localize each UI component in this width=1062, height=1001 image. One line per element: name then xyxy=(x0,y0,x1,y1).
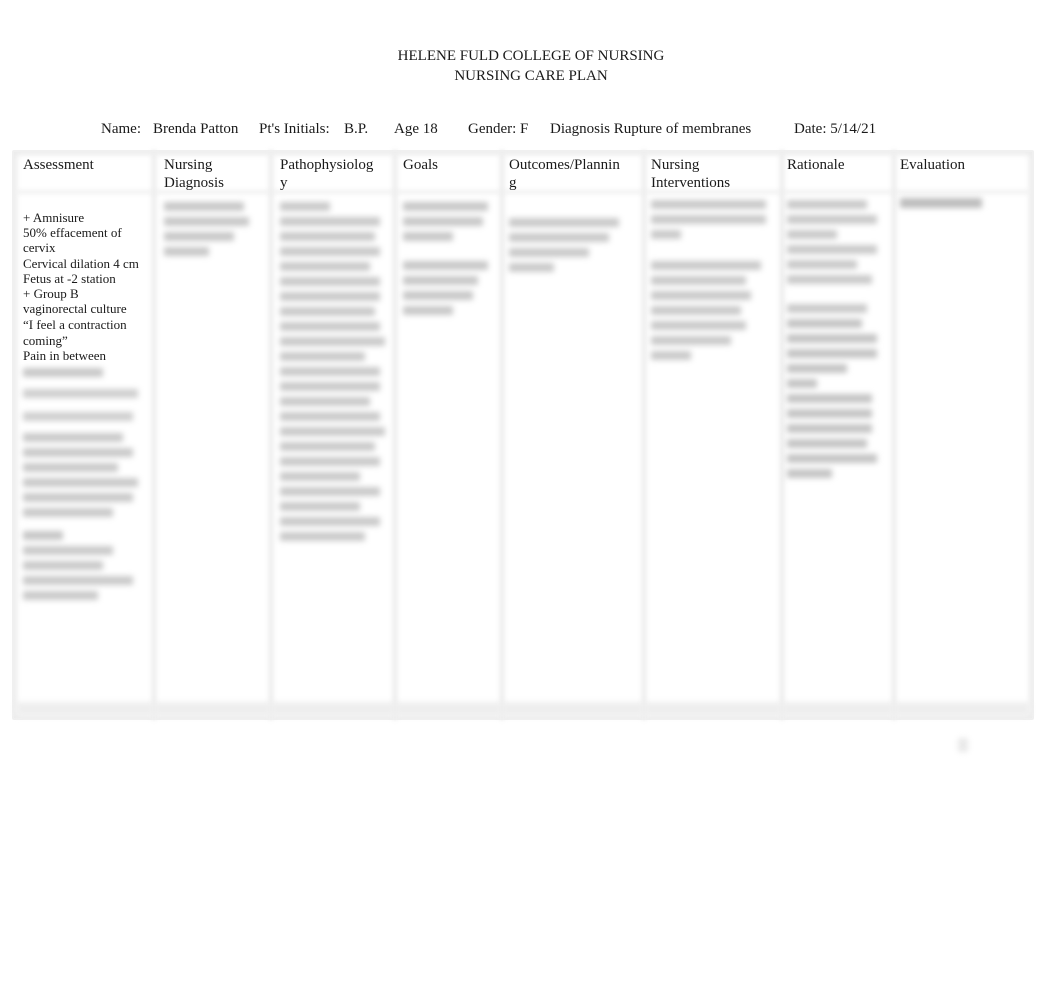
header-label: Goals xyxy=(403,157,438,173)
column-header-assessment: Assessment xyxy=(23,156,94,174)
care-plan-date: Date: 5/14/21 xyxy=(794,121,877,137)
header-label: Rationale xyxy=(787,157,845,173)
name-label: Name: xyxy=(101,121,141,137)
column-divider xyxy=(268,150,274,720)
assessment-line: 50% effacement of xyxy=(23,225,122,241)
patient-gender: Gender: F xyxy=(468,121,529,137)
assessment-line: coming” xyxy=(23,333,68,349)
column-divider xyxy=(779,150,785,720)
column-header-goals: Goals xyxy=(403,156,438,174)
column-divider xyxy=(499,150,505,720)
header-label: Assessment xyxy=(23,157,94,173)
assessment-line: “I feel a contraction xyxy=(23,317,127,333)
header-label: Pathophysiolog xyxy=(280,157,374,173)
column-header-nursing-diagnosis: Nursing Diagnosis xyxy=(164,156,224,192)
header-label: Interventions xyxy=(651,175,731,191)
column-header-rationale: Rationale xyxy=(787,156,844,174)
column-divider xyxy=(891,150,897,720)
column-header-nursing-interventions: Nursing Interventions xyxy=(651,156,730,192)
column-divider xyxy=(151,150,157,720)
patient-age: Age 18 xyxy=(394,121,438,137)
column-header-evaluation: Evaluation xyxy=(900,156,965,174)
assessment-line: Fetus at -2 station xyxy=(23,270,116,286)
header-label: Nursing xyxy=(164,157,213,173)
header-label: Diagnosis xyxy=(164,175,224,191)
column-divider xyxy=(641,150,647,720)
nursing-diagnosis-cell xyxy=(164,198,254,262)
pathophysiology-cell xyxy=(280,198,390,547)
table-bottom-border xyxy=(16,702,1030,716)
column-header-outcomes-planning: Outcomes/Plannin g xyxy=(509,156,620,192)
header-label: g xyxy=(509,175,517,191)
header-label: Outcomes/Plannin xyxy=(509,157,620,173)
goals-cell xyxy=(403,198,493,321)
evaluation-cell xyxy=(900,194,1020,212)
assessment-line: Cervical dilation 4 cm xyxy=(23,255,139,271)
institution-name: HELENE FULD COLLEGE OF NURSING xyxy=(397,48,665,64)
patient-name: Brenda Patton xyxy=(153,121,239,137)
patient-initials: B.P. xyxy=(344,121,369,137)
initials-label: Pt's Initials: xyxy=(259,121,330,137)
document-title: NURSING CARE PLAN xyxy=(454,68,608,84)
header-label: Nursing xyxy=(651,157,700,173)
page-mark xyxy=(958,738,968,752)
assessment-obscured-text xyxy=(23,367,147,600)
assessment-line: Pain in between xyxy=(23,348,107,364)
assessment-line: + Group B xyxy=(23,286,79,302)
assessment-line: + Amnisure xyxy=(23,210,85,225)
column-divider xyxy=(392,150,398,720)
column-header-pathophysiology: Pathophysiolog y xyxy=(280,156,373,192)
outcomes-planning-cell xyxy=(509,214,629,278)
header-label: Evaluation xyxy=(900,157,965,173)
rationale-cell xyxy=(787,196,887,484)
nursing-interventions-cell xyxy=(651,196,775,366)
assessment-line: vaginorectal culture xyxy=(23,301,127,317)
assessment-line: cervix xyxy=(23,240,56,256)
care-plan-table: Assessment Nursing Diagnosis Pathophysio… xyxy=(12,150,1034,720)
patient-diagnosis: Diagnosis Rupture of membranes xyxy=(550,121,752,137)
header-label: y xyxy=(280,175,288,191)
assessment-cell: + Amnisure 50% effacement of cervix Cerv… xyxy=(23,210,147,604)
